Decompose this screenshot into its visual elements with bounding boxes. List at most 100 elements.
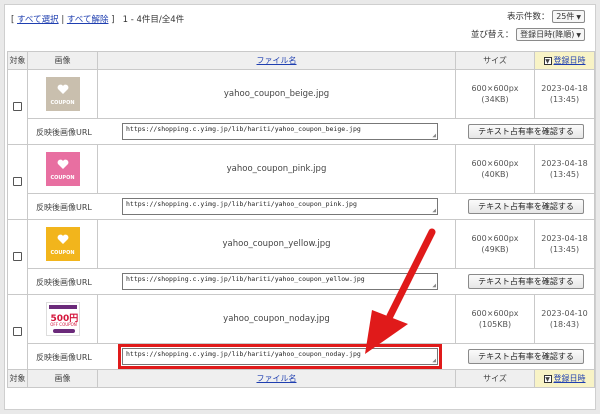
thumbnail-label: OFF COUPON <box>50 322 77 327</box>
file-manager-panel: [ すべて選択 | すべて解除 ] 1 - 4件目/全4件 表示件数： 25件 ▼… <box>4 4 596 410</box>
col-image: 画像 <box>27 369 98 388</box>
date-cell: 2023-04-18 (13:45) <box>534 69 595 119</box>
sort-label: 並び替え： <box>470 30 514 40</box>
col-image: 画像 <box>27 51 98 70</box>
col-date: ▼ 登録日時 <box>534 51 595 70</box>
col-filename: ファイル名 <box>97 51 456 70</box>
thumbnail-label: COUPON <box>50 175 75 181</box>
image-dimensions: 600×600px <box>471 234 519 243</box>
thumbnail-cell: COUPON <box>27 69 98 119</box>
thumbnail-label: COUPON <box>50 100 75 106</box>
col-size: サイズ <box>455 369 535 388</box>
registered-date: 2023-04-10 <box>541 309 588 318</box>
check-text-ratio-button[interactable]: テキスト占有率を確認する <box>468 124 584 139</box>
bracket-open: [ <box>11 15 15 25</box>
thumbnail-banner <box>48 305 77 309</box>
size-cell: 600×600px (49KB) <box>455 219 535 269</box>
file-size: (34KB) <box>481 95 509 104</box>
filename: yahoo_coupon_noday.jpg <box>97 294 456 344</box>
check-text-ratio-button[interactable]: テキスト占有率を確認する <box>468 274 584 289</box>
row-select-cell <box>7 294 28 370</box>
sort-by-filename-link[interactable]: ファイル名 <box>257 56 297 65</box>
sort-select[interactable]: 登録日時(降順) ▼ <box>516 28 585 41</box>
image-url-field[interactable]: https://shopping.c.yimg.jp/lib/hariti/ya… <box>122 123 438 140</box>
size-cell: 600×600px (40KB) <box>455 144 535 194</box>
sort-by-date-link[interactable]: 登録日時 <box>554 56 586 65</box>
image-url-field[interactable]: https://shopping.c.yimg.jp/lib/hariti/ya… <box>122 198 438 215</box>
registered-date: 2023-04-18 <box>541 159 588 168</box>
size-cell: 600×600px (34KB) <box>455 69 535 119</box>
thumbnail-bar <box>52 329 75 333</box>
file-size: (49KB) <box>481 245 509 254</box>
url-label: 反映後画像URL <box>36 278 92 287</box>
registered-time: (13:45) <box>549 245 580 254</box>
url-row: 反映後画像URL https://shopping.c.yimg.jp/lib/… <box>8 343 595 370</box>
table-footer-row: 対象 画像 ファイル名 サイズ ▼ 登録日時 <box>7 369 595 388</box>
sort-desc-icon: ▼ <box>543 56 552 65</box>
sort-by-date-link[interactable]: 登録日時 <box>554 374 586 383</box>
url-row: 反映後画像URL https://shopping.c.yimg.jp/lib/… <box>8 268 595 295</box>
heart-icon <box>57 159 68 169</box>
file-size: (105KB) <box>478 320 512 329</box>
filename: yahoo_coupon_pink.jpg <box>97 144 456 194</box>
check-text-ratio-button[interactable]: テキスト占有率を確認する <box>468 199 584 214</box>
registered-time: (13:45) <box>549 95 580 104</box>
row-select-cell <box>7 219 28 295</box>
resize-grip-icon[interactable]: ◢ <box>432 207 436 214</box>
registered-date: 2023-04-18 <box>541 234 588 243</box>
url-label: 反映後画像URL <box>36 353 92 362</box>
row-checkbox[interactable] <box>13 251 22 261</box>
row-select-cell <box>7 144 28 220</box>
row-checkbox[interactable] <box>13 326 22 336</box>
row-select-cell <box>7 69 28 145</box>
display-options: 表示件数： 25件 ▼ 並び替え： 登録日時(降順) ▼ <box>471 10 585 46</box>
sort-by-filename-link[interactable]: ファイル名 <box>257 374 297 383</box>
col-filename: ファイル名 <box>97 369 456 388</box>
row-checkbox[interactable] <box>13 176 22 186</box>
image-dimensions: 600×600px <box>471 84 519 93</box>
select-all-link[interactable]: すべて選択 <box>17 15 59 25</box>
heart-icon <box>57 84 68 94</box>
image-url-field[interactable]: https://shopping.c.yimg.jp/lib/hariti/ya… <box>122 273 438 290</box>
col-target: 対象 <box>7 369 28 388</box>
thumbnail-cell: COUPON <box>27 219 98 269</box>
resize-grip-icon[interactable]: ◢ <box>432 282 436 289</box>
image-url-text: https://shopping.c.yimg.jp/lib/hariti/ya… <box>126 350 361 358</box>
row-checkbox[interactable] <box>13 101 22 111</box>
filename: yahoo_coupon_yellow.jpg <box>97 219 456 269</box>
table-row: COUPON yahoo_coupon_beige.jpg 600×600px (… <box>7 69 595 145</box>
col-target: 対象 <box>7 51 28 70</box>
sort-desc-icon: ▼ <box>543 374 552 383</box>
coupon-thumbnail: 500円 OFF COUPON <box>45 302 80 336</box>
heart-icon <box>57 234 68 244</box>
selection-controls: [ すべて選択 | すべて解除 ] 1 - 4件目/全4件 <box>11 13 184 25</box>
file-table: 対象 画像 ファイル名 サイズ ▼ 登録日時 COUPON yahoo_coupo… <box>7 51 595 388</box>
registered-date: 2023-04-18 <box>541 84 588 93</box>
url-cell: 反映後画像URL https://shopping.c.yimg.jp/lib/… <box>27 268 595 295</box>
image-url-field[interactable]: https://shopping.c.yimg.jp/lib/hariti/ya… <box>118 344 442 369</box>
filename: yahoo_coupon_beige.jpg <box>97 69 456 119</box>
check-text-ratio-button[interactable]: テキスト占有率を確認する <box>468 349 584 364</box>
thumbnail-cell: 500円 OFF COUPON <box>27 294 98 344</box>
table-row: 500円 OFF COUPON yahoo_coupon_noday.jpg 6… <box>7 294 595 370</box>
per-page-value: 25件 <box>556 12 575 21</box>
resize-grip-icon[interactable]: ◢ <box>432 357 436 364</box>
chevron-down-icon: ▼ <box>576 32 581 39</box>
image-dimensions: 600×600px <box>471 159 519 168</box>
table-row: COUPON yahoo_coupon_yellow.jpg 600×600px… <box>7 219 595 295</box>
image-url-text: https://shopping.c.yimg.jp/lib/hariti/ya… <box>126 125 361 133</box>
thumbnail-cell: COUPON <box>27 144 98 194</box>
file-size: (40KB) <box>481 170 509 179</box>
size-cell: 600×600px (105KB) <box>455 294 535 344</box>
table-header-row: 対象 画像 ファイル名 サイズ ▼ 登録日時 <box>7 51 595 70</box>
image-url-text: https://shopping.c.yimg.jp/lib/hariti/ya… <box>126 275 365 283</box>
list-toolbar: [ すべて選択 | すべて解除 ] 1 - 4件目/全4件 表示件数： 25件 ▼… <box>5 5 595 49</box>
coupon-thumbnail: COUPON <box>45 77 80 111</box>
deselect-all-link[interactable]: すべて解除 <box>67 15 109 25</box>
coupon-thumbnail: COUPON <box>45 227 80 261</box>
chevron-down-icon: ▼ <box>576 14 581 21</box>
per-page-select[interactable]: 25件 ▼ <box>552 10 585 23</box>
separator: | <box>61 15 65 25</box>
resize-grip-icon[interactable]: ◢ <box>432 132 436 139</box>
registered-time: (18:43) <box>549 320 580 329</box>
